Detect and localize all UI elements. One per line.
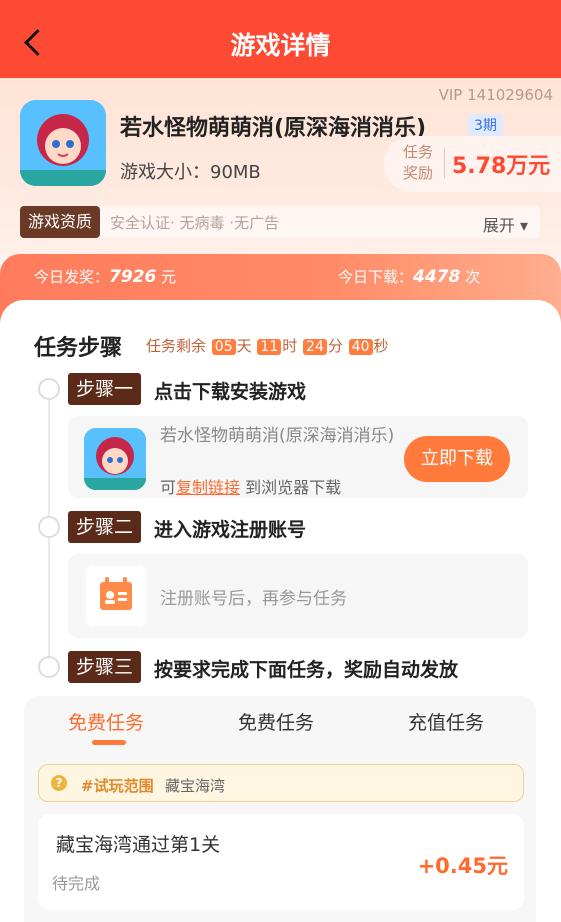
register-hint: 注册账号后，再参与任务 xyxy=(160,589,347,609)
reward-box: 任务奖励 5.78万元 xyxy=(384,136,561,192)
countdown-seconds: 40 xyxy=(348,339,373,355)
expand-button[interactable]: 展开 ▾ xyxy=(483,212,528,236)
game-name: 若水怪物萌萌消(原深海消消乐) xyxy=(120,116,427,141)
active-tab-indicator xyxy=(92,740,126,745)
task-item[interactable]: 藏宝海湾通过第1关 待完成 +0.45元 xyxy=(38,814,524,910)
step-tag-3: 步骤三 xyxy=(68,651,142,683)
vip-id: VIP 141029604 xyxy=(438,86,553,104)
game-icon-small xyxy=(84,428,146,490)
tab-recharge-tasks[interactable]: 充值任务 xyxy=(408,708,484,735)
copy-link[interactable]: 复制链接 xyxy=(176,478,240,497)
task-reward: +0.45元 xyxy=(417,854,508,878)
countdown: 任务剩余 05 天 11 时 24 分 40 秒 xyxy=(146,337,389,355)
tab-free-tasks-2[interactable]: 免费任务 xyxy=(238,708,314,735)
play-range-bar: ? #试玩范围 藏宝海湾 xyxy=(38,764,524,802)
download-game-name: 若水怪物萌萌消(原深海消消乐) xyxy=(160,426,395,446)
range-value: 藏宝海湾 xyxy=(165,777,226,795)
step-tag-1: 步骤一 xyxy=(68,373,142,405)
countdown-minutes: 24 xyxy=(303,339,327,355)
qualification-text: 安全认证· 无病毒 ·无广告 xyxy=(110,214,280,232)
copy-link-hint: 可复制链接 到浏览器下载 xyxy=(160,478,342,497)
calendar-icon xyxy=(86,566,146,626)
top-bar: 游戏详情 xyxy=(0,0,561,78)
step-title-3: 按要求完成下面任务，奖励自动发放 xyxy=(154,659,459,681)
task-steps-title: 任务步骤 xyxy=(34,336,123,361)
game-icon xyxy=(20,100,106,186)
task-status: 待完成 xyxy=(52,874,101,893)
qualification-bar[interactable]: 游戏资质 安全认证· 无病毒 ·无广告 展开 ▾ xyxy=(20,206,540,238)
range-label: #试玩范围 xyxy=(81,777,154,795)
qualification-tag: 游戏资质 xyxy=(20,206,101,238)
divider xyxy=(444,148,445,178)
task-card: 任务步骤 任务剩余 05 天 11 时 24 分 40 秒 步骤一 点击下载安装游戏 若… xyxy=(0,300,561,922)
step-title-2: 进入游戏注册账号 xyxy=(154,519,307,541)
page-title: 游戏详情 xyxy=(230,31,331,60)
game-size: 游戏大小：90MB xyxy=(120,162,261,183)
period-badge: 3期 xyxy=(468,114,503,136)
step-title-1: 点击下载安装游戏 xyxy=(154,381,307,403)
step-circle xyxy=(38,516,60,538)
register-card: 注册账号后，再参与任务 xyxy=(68,554,528,638)
download-button[interactable]: 立即下载 xyxy=(404,436,510,482)
today-download: 今日下载：4478 次 xyxy=(338,267,481,287)
tab-free-tasks-1[interactable]: 免费任务 xyxy=(68,708,144,735)
reward-label: 任务奖励 xyxy=(402,143,433,182)
countdown-hours: 11 xyxy=(257,339,282,355)
countdown-days: 05 xyxy=(211,339,236,355)
download-card: 若水怪物萌萌消(原深海消消乐) 可复制链接 到浏览器下载 立即下载 xyxy=(68,416,528,498)
today-payout: 今日发奖：7926 元 xyxy=(34,267,177,287)
task-list-panel: 免费任务 免费任务 充值任务 ? #试玩范围 藏宝海湾 藏宝海湾通过第1关 待完… xyxy=(24,696,536,922)
question-icon: ? xyxy=(51,775,67,791)
step-circle xyxy=(38,378,60,400)
game-info-section: VIP 141029604 若水怪物萌萌消(原深海消消乐) 3期 游戏大小：90… xyxy=(0,78,561,258)
step-circle xyxy=(38,656,60,678)
task-name: 藏宝海湾通过第1关 xyxy=(56,834,221,856)
step-tag-2: 步骤二 xyxy=(68,511,142,543)
reward-value: 5.78万元 xyxy=(452,154,551,179)
